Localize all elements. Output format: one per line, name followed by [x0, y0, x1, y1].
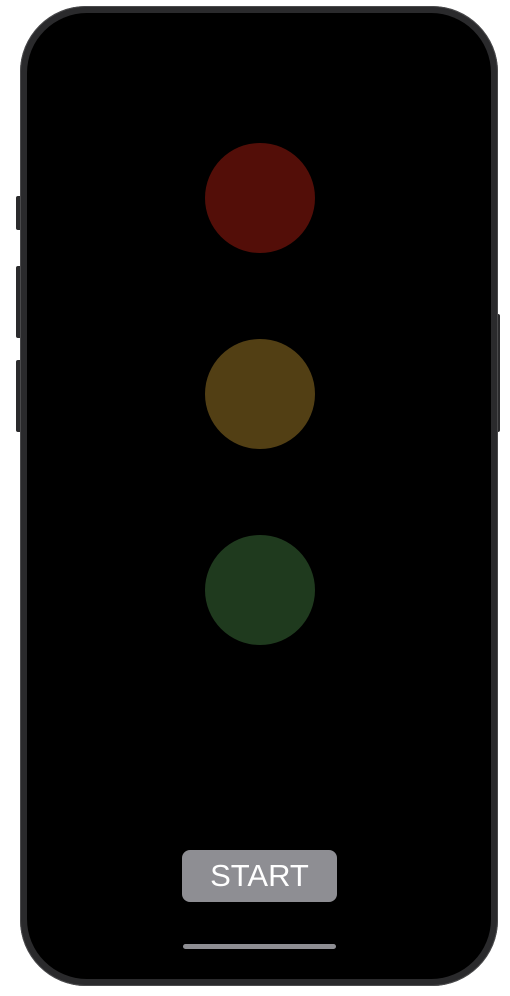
yellow-light [205, 339, 315, 449]
green-light [205, 535, 315, 645]
device-mockup: START [0, 0, 510, 996]
home-indicator [183, 944, 336, 949]
start-button[interactable]: START [182, 850, 337, 902]
red-light [205, 143, 315, 253]
dynamic-island [196, 42, 324, 78]
